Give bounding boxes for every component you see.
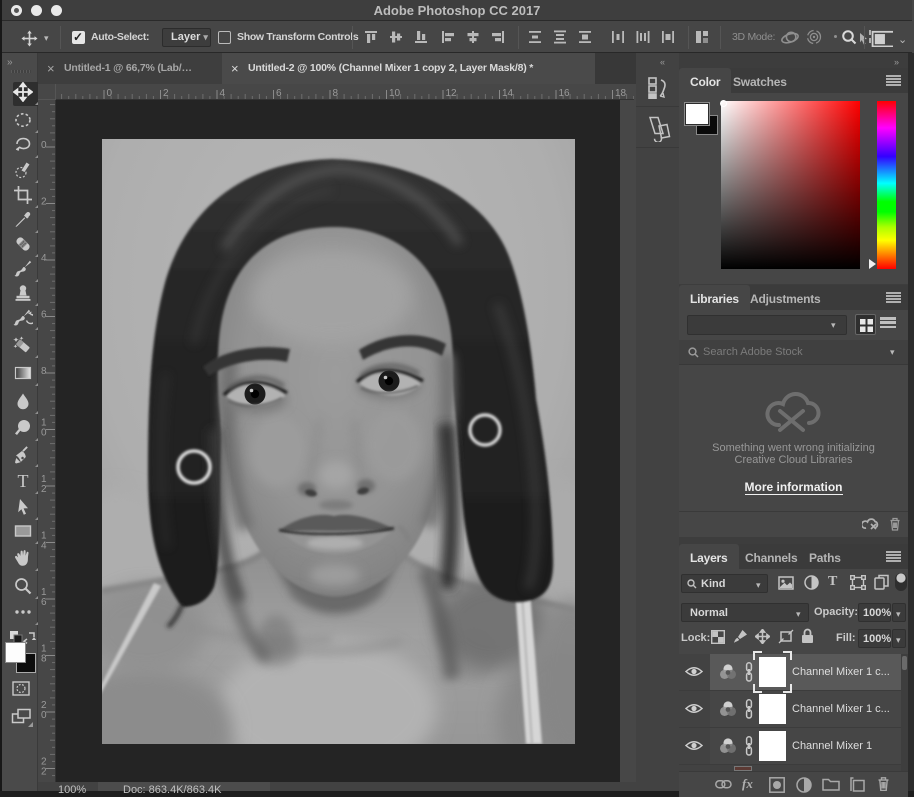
- svg-text:14: 14: [502, 88, 514, 99]
- svg-text:16: 16: [559, 88, 571, 99]
- svg-text:18: 18: [615, 88, 627, 99]
- svg-text:2: 2: [41, 197, 47, 208]
- svg-text:2: 2: [163, 88, 169, 99]
- svg-text:2: 2: [41, 484, 47, 495]
- svg-text:2: 2: [41, 767, 47, 778]
- svg-text:8: 8: [333, 88, 339, 99]
- svg-text:0: 0: [41, 140, 47, 151]
- svg-text:4: 4: [220, 88, 226, 99]
- svg-text:T: T: [18, 471, 29, 491]
- svg-text:8: 8: [41, 654, 47, 665]
- svg-text:8: 8: [41, 366, 47, 377]
- svg-text:6: 6: [41, 310, 47, 321]
- svg-text:12: 12: [446, 88, 458, 99]
- svg-text:0: 0: [107, 88, 113, 99]
- svg-text:4: 4: [41, 541, 47, 552]
- svg-text:0: 0: [41, 710, 47, 721]
- svg-text:4: 4: [41, 253, 47, 264]
- svg-text:10: 10: [389, 88, 401, 99]
- svg-text:6: 6: [41, 597, 47, 608]
- svg-text:0: 0: [41, 428, 47, 439]
- svg-text:6: 6: [276, 88, 282, 99]
